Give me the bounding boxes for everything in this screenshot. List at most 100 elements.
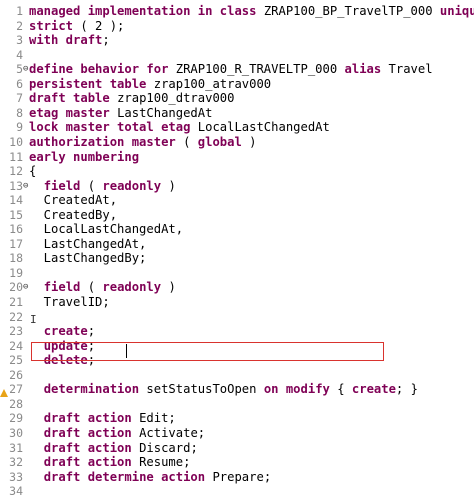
code-line[interactable]: field ( readonly ) — [29, 280, 176, 295]
identifier-token: zrap100_dtrav000 — [117, 91, 235, 106]
identifier-token: LastChangedBy; — [29, 251, 147, 266]
keyword-token: authorization master — [29, 134, 184, 149]
identifier-token: Activate; — [139, 425, 206, 440]
identifier-token: { — [29, 164, 37, 179]
keyword-token: draft determine action — [43, 469, 213, 484]
code-line[interactable]: strict ( 2 ); — [29, 19, 124, 34]
keyword-token: determination — [43, 382, 147, 397]
line-number: 14 — [9, 193, 23, 208]
line-number: 17 — [9, 236, 23, 251]
identifier-token: Edit; — [139, 411, 176, 426]
identifier-token: setStatusToOpen — [146, 382, 264, 397]
code-line[interactable]: draft determine action Prepare; — [29, 470, 271, 485]
code-line[interactable]: lock master total etag LocalLastChangedA… — [29, 120, 330, 135]
identifier-token: Prepare; — [212, 469, 272, 484]
code-line[interactable]: persistent table zrap100_atrav000 — [29, 77, 271, 92]
identifier-token: LastChangedAt — [117, 105, 213, 120]
code-line[interactable]: early numbering — [29, 150, 139, 165]
identifier-token: ) — [249, 134, 257, 149]
identifier-token: ( — [87, 280, 103, 295]
line-number-gutter: 1 2 3 4 5 ⊖ 6 7 8 9 10 11 12 13 ⊖ 14 15 16 17 18 19 20 ⊖ 21 22 23… — [0, 0, 30, 498]
identifier-token: ( — [87, 178, 103, 193]
line-number: 22 — [9, 309, 23, 324]
keyword-token: early numbering — [29, 149, 140, 164]
identifier-token: { — [337, 382, 352, 397]
identifier-token — [29, 324, 44, 338]
line-number: 9 — [16, 120, 23, 135]
line-number: 13 — [9, 178, 23, 193]
line-number: 10 — [9, 134, 23, 149]
ibeam-cursor-icon: I — [30, 313, 37, 326]
line-number: 23 — [9, 324, 23, 339]
keyword-token: draft action — [43, 411, 140, 426]
keyword-token: create — [43, 324, 88, 339]
code-line[interactable]: draft table zrap100_dtrav000 — [29, 91, 234, 106]
line-number: 32 — [9, 455, 23, 470]
code-line[interactable]: determination setStatusToOpen on modify … — [29, 382, 418, 397]
keyword-token: global — [197, 134, 250, 149]
identifier-token: Travel — [388, 62, 433, 77]
code-line[interactable]: managed implementation in class ZRAP100_… — [29, 4, 474, 19]
identifier-token — [29, 470, 44, 484]
keyword-token: field — [43, 178, 88, 193]
code-line[interactable]: TravelID; — [29, 295, 110, 310]
code-line[interactable]: create; — [29, 324, 95, 339]
identifier-token: ZRAP100_BP_TravelTP_000 — [263, 4, 440, 18]
code-line[interactable]: draft action Edit; — [29, 411, 176, 426]
line-number: 28 — [9, 396, 23, 411]
line-number: 19 — [9, 265, 23, 280]
line-number: 12 — [9, 164, 23, 179]
keyword-token: managed implementation in class — [29, 4, 264, 18]
identifier-token: ) — [168, 178, 176, 193]
line-number: 30 — [9, 425, 23, 440]
line-number: 3 — [16, 33, 23, 48]
line-number: 20 — [9, 280, 23, 295]
line-number: 21 — [9, 295, 23, 309]
identifier-token: LocalLastChangedAt — [197, 120, 330, 135]
identifier-token: LastChangedAt, — [29, 236, 147, 251]
code-line[interactable]: draft action Activate; — [29, 426, 205, 441]
code-line[interactable]: LocalLastChangedAt, — [29, 222, 183, 237]
identifier-token: ( 2 ); — [73, 18, 125, 33]
keyword-token: field — [43, 280, 88, 295]
code-line[interactable]: authorization master ( global ) — [29, 135, 257, 150]
keyword-token: strict — [29, 18, 74, 33]
line-number: 2 — [16, 18, 23, 33]
code-editor[interactable]: 1 2 3 4 5 ⊖ 6 7 8 9 10 11 12 13 ⊖ 14 15 16 17 18 19 20 ⊖ 21 22 23… — [0, 0, 474, 498]
line-number: 34 — [9, 484, 23, 499]
identifier-token: Resume; — [139, 455, 191, 470]
identifier-token — [29, 411, 44, 425]
identifier-token: ; — [102, 33, 110, 48]
code-line[interactable]: { — [29, 164, 36, 179]
code-line[interactable]: define behavior for ZRAP100_R_TRAVELTP_0… — [29, 62, 433, 77]
line-number: 18 — [9, 251, 23, 266]
keyword-token: on modify — [263, 382, 338, 397]
code-line[interactable]: CreatedBy, — [29, 208, 117, 223]
identifier-token — [29, 179, 44, 193]
identifier-token: ZRAP100_R_TRAVELTP_000 — [175, 62, 345, 77]
keyword-token: create — [351, 382, 396, 397]
line-number: 4 — [16, 47, 23, 62]
line-number: 16 — [9, 222, 23, 237]
identifier-token: CreatedAt, — [29, 193, 118, 208]
text-caret — [126, 344, 127, 358]
code-line[interactable]: CreatedAt, — [29, 193, 117, 208]
code-line[interactable]: etag master LastChangedAt — [29, 106, 212, 121]
identifier-token: LocalLastChangedAt, — [29, 222, 184, 237]
code-line[interactable]: with draft; — [29, 33, 110, 48]
identifier-token: ) — [168, 280, 176, 295]
identifier-token: zrap100_atrav000 — [153, 76, 272, 91]
code-line[interactable]: draft action Resume; — [29, 455, 191, 470]
line-number: 7 — [16, 91, 23, 106]
keyword-token: draft action — [43, 425, 140, 440]
code-line[interactable]: field ( readonly ) — [29, 179, 176, 194]
code-line[interactable]: LastChangedAt, — [29, 236, 147, 252]
keyword-token: with draft — [29, 33, 103, 48]
identifier-token: TravelID; — [29, 295, 110, 309]
keyword-token: lock master total etag — [29, 120, 198, 135]
code-line[interactable]: LastChangedBy; — [29, 251, 147, 266]
identifier-token — [29, 455, 44, 469]
highlight-annotation-box — [31, 342, 384, 361]
line-number: 1 — [16, 4, 23, 18]
identifier-token: ( — [183, 134, 198, 149]
